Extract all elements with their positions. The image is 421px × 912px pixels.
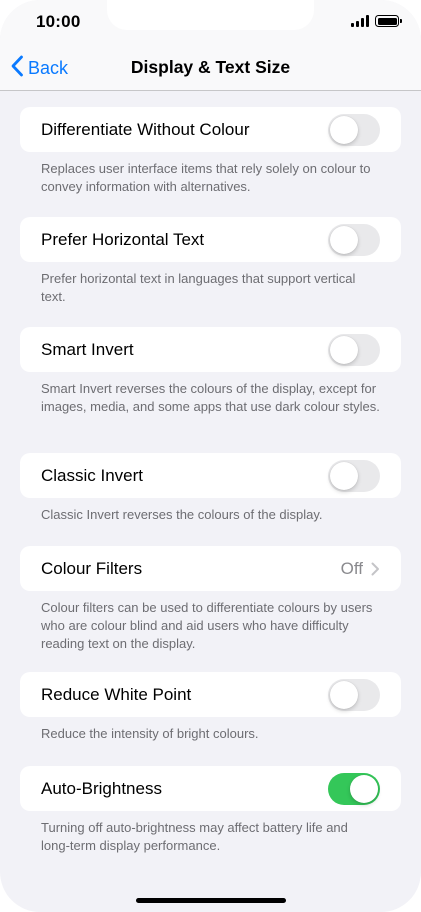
differentiate-without-colour-toggle[interactable] [328,113,380,146]
settings-group-smart-invert: Smart Invert Smart Invert reverses the c… [20,327,401,453]
setting-footer: Colour filters can be used to differenti… [41,600,373,651]
setting-row-classic-invert: Classic Invert [20,453,401,498]
setting-row-smart-invert: Smart Invert [20,327,401,372]
setting-row-differentiate-without-colour: Differentiate Without Colour [20,107,401,152]
setting-footer: Reduce the intensity of bright colours. [41,726,259,741]
setting-label: Colour Filters [41,558,143,578]
setting-label: Reduce White Point [41,684,192,704]
home-indicator[interactable] [136,898,286,903]
setting-label: Differentiate Without Colour [41,119,250,139]
reduce-white-point-toggle[interactable] [328,678,380,711]
settings-group-prefer-horizontal: Prefer Horizontal Text Prefer horizontal… [20,217,401,327]
settings-group-colour-filters: Colour Filters Off Colour filters can be… [20,546,401,672]
setting-label: Classic Invert [41,465,144,485]
page-title: Display & Text Size [130,57,291,77]
setting-row-prefer-horizontal-text: Prefer Horizontal Text [20,217,401,262]
setting-footer: Prefer horizontal text in languages that… [41,271,356,304]
notch [107,0,314,30]
colour-filters-disclosure[interactable]: Off [341,559,380,579]
prefer-horizontal-text-toggle[interactable] [328,223,380,256]
auto-brightness-toggle[interactable] [328,772,380,805]
settings-group-auto-brightness: Auto-Brightness Turning off auto-brightn… [20,766,401,859]
phone-screen: Back Display & Text Size 10:00 Different… [0,0,421,912]
settings-group-reduce-white-point: Reduce White Point Reduce the intensity … [20,672,401,766]
settings-group-differentiate: Differentiate Without Colour Replaces us… [20,107,401,217]
status-time: 10:00 [36,12,81,31]
status-icons [351,15,402,27]
setting-label: Auto-Brightness [41,778,162,798]
setting-label: Smart Invert [41,339,134,359]
setting-footer: Smart Invert reverses the colours of the… [41,381,380,414]
smart-invert-toggle[interactable] [328,333,380,366]
colour-filters-value: Off [340,558,363,578]
setting-row-reduce-white-point: Reduce White Point [20,672,401,717]
classic-invert-toggle[interactable] [328,459,380,492]
settings-group-classic-invert: Classic Invert Classic Invert reverses t… [20,453,401,546]
setting-footer: Replaces user interface items that rely … [41,161,371,194]
battery-icon [375,15,402,27]
status-bar: 10:00 [0,0,421,46]
chevron-right-icon [371,562,380,576]
setting-row-colour-filters[interactable]: Colour Filters Off [20,546,401,591]
setting-footer: Turning off auto-brightness may affect b… [41,820,348,853]
setting-footer: Classic Invert reverses the colours of t… [41,507,323,522]
setting-label: Prefer Horizontal Text [41,229,205,249]
cellular-signal-icon [351,15,369,27]
setting-row-auto-brightness: Auto-Brightness [20,766,401,811]
settings-list: Differentiate Without Colour Replaces us… [20,107,401,859]
